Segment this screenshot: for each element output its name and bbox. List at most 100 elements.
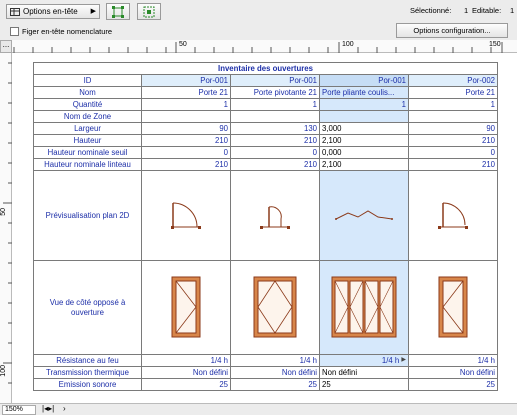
cell-largeur-3[interactable]: 3,000 [319, 122, 409, 135]
cell-sono-1[interactable]: 25 [141, 378, 231, 391]
openings-schedule-table: Inventaire des ouvertures ID Por-001 Por… [33, 62, 498, 391]
cell-zone-1[interactable] [141, 110, 231, 123]
cell-feu-2[interactable]: 1/4 h [230, 354, 320, 367]
selected-count: 1 [464, 6, 469, 15]
v-ruler-label-100: 100 [0, 365, 7, 377]
table-row-side-view: Vue de côté opposé à ouverture [33, 260, 498, 355]
door-swing-plan-icon [171, 202, 201, 229]
status-bar: 150% |◂▸| › [0, 403, 517, 415]
cell-therm-4[interactable]: Non défini [408, 366, 498, 379]
cell-zone-2[interactable] [230, 110, 320, 123]
config-options-button[interactable]: Options configuration... [396, 23, 508, 38]
fit-icon [143, 6, 155, 17]
schedule-title: Inventaire des ouvertures [33, 62, 498, 75]
cell-sono-4[interactable]: 25 [408, 378, 498, 391]
cell-seuil-1[interactable]: 0 [141, 146, 231, 159]
table-row: Nom Porte 21 Porte pivotante 21 Porte pl… [33, 86, 498, 99]
ruler-corner-button[interactable]: ... [0, 40, 12, 53]
cell-linteau-2[interactable]: 210 [230, 158, 320, 171]
cell-nom-1[interactable]: Porte 21 [141, 86, 231, 99]
cell-feu-1[interactable]: 1/4 h [141, 354, 231, 367]
row-label-sono: Emission sonore [33, 378, 142, 391]
pivot-door-plan-icon [260, 205, 290, 229]
row-label-hauteur: Hauteur [33, 134, 142, 147]
cell-qte-3[interactable]: 1 [319, 98, 409, 111]
cell-zone-3[interactable] [319, 110, 409, 123]
table-row: Résistance au feu 1/4 h 1/4 h ▶ 1/4 h 1/4… [33, 354, 498, 367]
pivot-door-elevation-icon [253, 276, 297, 337]
zoom-value: 150% [5, 406, 23, 413]
side-view-1[interactable] [141, 260, 231, 355]
cell-sono-2[interactable]: 25 [230, 378, 320, 391]
cell-id-1[interactable]: Por-001 [141, 74, 231, 87]
cell-zone-4[interactable] [408, 110, 498, 123]
cell-therm-3[interactable]: Non défini [319, 366, 409, 379]
cell-sono-3[interactable]: 25 [319, 378, 409, 391]
cell-feu-3[interactable]: ▶ 1/4 h [319, 354, 409, 367]
cell-linteau-3[interactable]: 2,100 [319, 158, 409, 171]
plan-preview-4[interactable] [408, 170, 498, 261]
table-row: Transmission thermique Non défini Non dé… [33, 366, 498, 379]
cell-hauteur-1[interactable]: 210 [141, 134, 231, 147]
cell-qte-2[interactable]: 1 [230, 98, 320, 111]
row-label-linteau: Hauteur nominale linteau [33, 158, 142, 171]
table-row: Quantité 1 1 1 1 [33, 98, 498, 111]
cell-seuil-2[interactable]: 0 [230, 146, 320, 159]
plan-preview-1[interactable] [141, 170, 231, 261]
row-label-therm: Transmission thermique [33, 366, 142, 379]
cell-linteau-1[interactable]: 210 [141, 158, 231, 171]
chevron-right-icon-status[interactable]: › [63, 404, 66, 413]
cell-seuil-4[interactable]: 0 [408, 146, 498, 159]
v-ruler-label-50: 50 [0, 208, 7, 216]
header-options-dropdown[interactable]: Options en-tête ▶ [6, 4, 100, 19]
cell-nom-4[interactable]: Porte 21 [408, 86, 498, 99]
plan-preview-2[interactable] [230, 170, 320, 261]
editable-label: Editable: [472, 6, 502, 15]
cell-id-4[interactable]: Por-002 [408, 74, 498, 87]
vertical-ruler: 50 100 [0, 53, 12, 403]
cell-hauteur-4[interactable]: 210 [408, 134, 498, 147]
table-row: Nom de Zone [33, 110, 498, 123]
cell-seuil-3[interactable]: 0,000 [319, 146, 409, 159]
plan-preview-3[interactable] [319, 170, 409, 261]
row-label-id: ID [33, 74, 142, 87]
freeze-header-label: Figer en-tête nomenclature [22, 27, 113, 36]
cell-qte-1[interactable]: 1 [141, 98, 231, 111]
side-view-4[interactable] [408, 260, 498, 355]
horizontal-ruler: 50 100 150 [12, 40, 517, 53]
zoom-field[interactable]: 150% [2, 405, 36, 415]
cell-nom-2[interactable]: Porte pivotante 21 [230, 86, 320, 99]
cell-therm-2[interactable]: Non défini [230, 366, 320, 379]
table-icon [10, 7, 20, 16]
cell-id-2[interactable]: Por-001 [230, 74, 320, 87]
cell-therm-1[interactable]: Non défini [141, 366, 231, 379]
cell-linteau-4[interactable]: 210 [408, 158, 498, 171]
door-swing-plan-icon-2 [438, 202, 468, 229]
fit-cells-button[interactable] [137, 3, 161, 20]
side-view-2[interactable] [230, 260, 320, 355]
cell-largeur-1[interactable]: 90 [141, 122, 231, 135]
cell-id-3[interactable]: Por-001 [319, 74, 409, 87]
resize-cells-button[interactable] [106, 3, 130, 20]
table-row: Hauteur 210 210 2,100 210 [33, 134, 498, 147]
fit-width-icon[interactable]: |◂▸| [42, 404, 54, 413]
cell-largeur-4[interactable]: 90 [408, 122, 498, 135]
cell-qte-4[interactable]: 1 [408, 98, 498, 111]
resize-icon [112, 5, 124, 18]
cell-nom-3[interactable]: Porte pliante coulis... [319, 86, 409, 99]
cell-largeur-2[interactable]: 130 [230, 122, 320, 135]
cell-hauteur-3[interactable]: 2,100 [319, 134, 409, 147]
cell-hauteur-2[interactable]: 210 [230, 134, 320, 147]
chevron-right-icon: ▶ [90, 8, 96, 15]
side-view-3[interactable] [319, 260, 409, 355]
v-ruler-ticks [3, 62, 12, 384]
folding-sliding-door-plan-icon [335, 209, 393, 220]
h-ruler-label-100: 100 [342, 41, 354, 48]
freeze-header-checkbox[interactable] [10, 27, 19, 36]
table-row: Hauteur nominale linteau 210 210 2,100 2… [33, 158, 498, 171]
dropdown-arrow-icon[interactable]: ▶ [401, 356, 406, 363]
h-ruler-ticks [13, 42, 503, 53]
row-label-feu: Résistance au feu [33, 354, 142, 367]
cell-feu-3-value: 1/4 h [381, 356, 400, 365]
cell-feu-4[interactable]: 1/4 h [408, 354, 498, 367]
